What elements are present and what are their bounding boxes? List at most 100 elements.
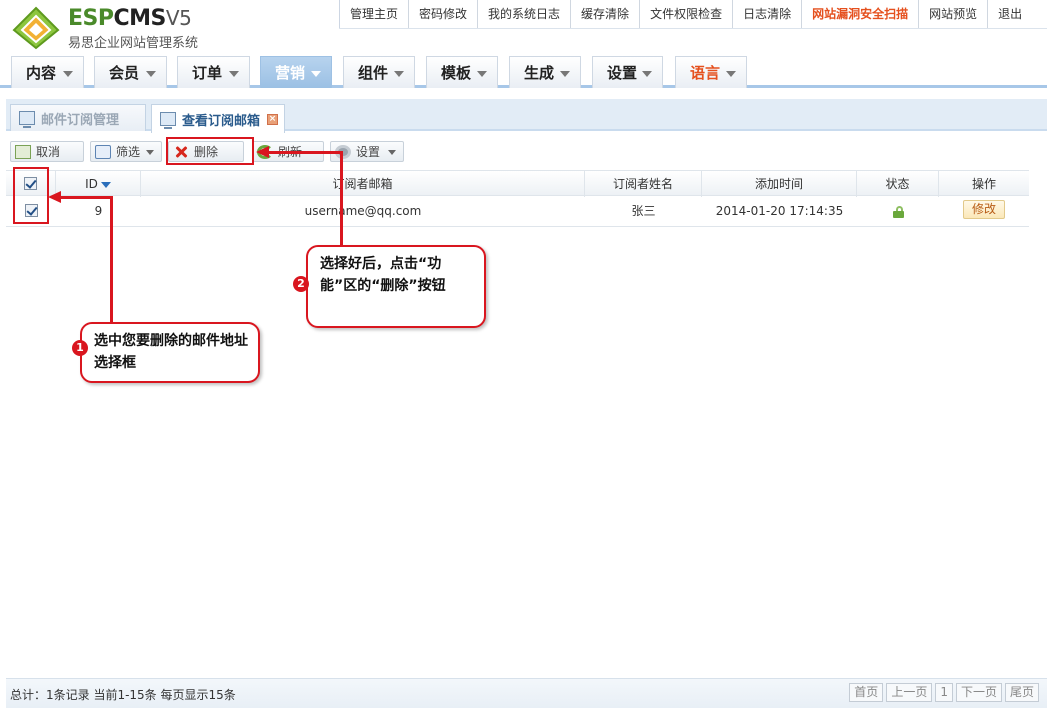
callout-step-2-text: 选择好后，点击“功能”区的“删除”按钮 [320, 256, 446, 294]
chevron-down-icon [388, 150, 396, 155]
link-admin-home[interactable]: 管理主页 [339, 0, 408, 28]
callout-step-1-text: 选中您要删除的邮件地址选择框 [94, 333, 248, 371]
chevron-down-icon [726, 71, 736, 77]
nav-tab-label: 设置 [607, 64, 638, 82]
logo-mark-icon [12, 6, 60, 50]
window-icon [160, 112, 176, 129]
link-site-preview[interactable]: 网站预览 [918, 0, 987, 28]
row-email: username@qq.com [304, 204, 422, 218]
row-action: 修改 [939, 196, 1029, 227]
link-file-permission-check[interactable]: 文件权限检查 [639, 0, 732, 28]
header-action: 操作 [971, 177, 996, 191]
nav-tab-settings[interactable]: 设置 [592, 56, 663, 88]
nav-tab-generate[interactable]: 生成 [509, 56, 581, 88]
app-window: ESPCMSV5 易思企业网站管理系统 管理主页 密码修改 我的系统日志 缓存清… [0, 0, 1047, 712]
checkbox-highlight [13, 167, 49, 224]
chevron-down-icon [63, 71, 73, 77]
cancel-button[interactable]: 取消 [10, 141, 84, 162]
arrow-1-vertical [110, 197, 113, 325]
chevron-down-icon [394, 71, 404, 77]
pager-first[interactable]: 首页 [849, 683, 884, 702]
filter-label: 筛选 [116, 145, 141, 159]
nav-tab-label: 组件 [358, 64, 389, 82]
callout-step-1: 选中您要删除的邮件地址选择框 [80, 322, 260, 383]
chevron-down-icon [477, 71, 487, 77]
nav-tab-language[interactable]: 语言 [675, 56, 747, 88]
pager-prev[interactable]: 上一页 [886, 683, 933, 702]
nav-tab-label: 生成 [524, 64, 555, 82]
cancel-icon [15, 144, 31, 159]
top-links: 管理主页 密码修改 我的系统日志 缓存清除 文件权限检查 日志清除 网站漏洞安全… [339, 0, 1047, 28]
cancel-label: 取消 [36, 145, 61, 159]
row-name: 张三 [631, 204, 656, 218]
callout-step-2: 选择好后，点击“功能”区的“删除”按钮 [306, 245, 486, 328]
chevron-down-icon [642, 71, 652, 77]
nav-tab-label: 会员 [109, 64, 140, 82]
nav-tab-label: 语言 [690, 64, 721, 82]
tab-label: 邮件订阅管理 [41, 112, 120, 128]
brand-logo: ESPCMSV5 易思企业网站管理系统 [10, 4, 220, 51]
link-my-logs[interactable]: 我的系统日志 [477, 0, 570, 28]
tab-view-subscribers[interactable]: 查看订阅邮箱 × [151, 104, 285, 133]
edit-button[interactable]: 修改 [963, 200, 1005, 219]
link-clear-cache[interactable]: 缓存清除 [570, 0, 639, 28]
filter-icon [95, 144, 111, 159]
pagination: 首页 上一页 1 下一页 尾页 [849, 683, 1039, 702]
header-status: 状态 [857, 171, 939, 197]
nav-tab-members[interactable]: 会员 [94, 56, 167, 88]
chevron-down-icon [146, 71, 156, 77]
tab-subscription-management[interactable]: 邮件订阅管理 [10, 104, 146, 131]
table-row: 9 username@qq.com 张三 2014-01-20 17:14:35… [6, 196, 1029, 227]
nav-tab-orders[interactable]: 订单 [177, 56, 250, 88]
settings-label: 设置 [356, 145, 381, 159]
header-id-label: ID [85, 177, 98, 191]
arrow-1-horizontal [60, 196, 113, 199]
header-email: 订阅者邮箱 [141, 171, 585, 197]
main-nav: 内容 会员 订单 营销 组件 模板 生成 设置 语言 [0, 52, 1047, 88]
action-toolbar: 取消 筛选 删除 刷新 设置 [6, 137, 1047, 167]
row-added-time: 2014-01-20 17:14:35 [715, 204, 844, 218]
chevron-down-icon [229, 71, 239, 77]
link-logout[interactable]: 退出 [987, 0, 1032, 28]
tab-label: 查看订阅邮箱 [182, 113, 261, 129]
arrow-2-head [256, 146, 269, 158]
sort-desc-icon [100, 181, 111, 188]
row-status[interactable] [857, 196, 939, 227]
brand-subtitle: 易思企业网站管理系统 [68, 36, 199, 51]
step-1-badge: 1 [72, 340, 88, 356]
pager-last[interactable]: 尾页 [1004, 683, 1039, 702]
link-change-password[interactable]: 密码修改 [408, 0, 477, 28]
top-links-divider [339, 28, 1047, 29]
chevron-down-icon [146, 150, 154, 155]
header-added-time: 添加时间 [702, 171, 857, 197]
header-id[interactable]: ID [56, 171, 141, 197]
chevron-down-icon [560, 71, 570, 77]
nav-tab-marketing[interactable]: 营销 [260, 56, 332, 88]
filter-button[interactable]: 筛选 [90, 141, 162, 162]
arrow-1-head [48, 191, 61, 203]
nav-tab-label: 内容 [26, 64, 57, 82]
window-icon [19, 111, 35, 128]
nav-tab-components[interactable]: 组件 [343, 56, 415, 88]
nav-tab-label: 订单 [192, 64, 223, 82]
arrow-2-horizontal [268, 151, 343, 154]
close-icon[interactable]: × [267, 114, 278, 125]
delete-highlight [166, 137, 254, 165]
nav-tab-templates[interactable]: 模板 [426, 56, 498, 88]
link-clear-logs[interactable]: 日志清除 [732, 0, 801, 28]
brand-name: ESPCMSV5 [68, 6, 192, 31]
pager-page[interactable]: 1 [935, 683, 953, 702]
nav-tab-label: 营销 [275, 64, 306, 82]
pager-next[interactable]: 下一页 [955, 683, 1002, 702]
sub-tab-bar: 邮件订阅管理 查看订阅邮箱 × [6, 99, 1047, 133]
unlocked-icon[interactable] [892, 205, 904, 218]
header-name: 订阅者姓名 [585, 171, 702, 197]
nav-tab-content[interactable]: 内容 [11, 56, 84, 88]
step-2-badge: 2 [293, 276, 309, 292]
table-footer: 总计：1条记录 当前1-15条 每页显示15条 首页 上一页 1 下一页 尾页 [6, 678, 1047, 708]
chevron-down-icon [311, 71, 321, 77]
record-summary: 总计：1条记录 当前1-15条 每页显示15条 [10, 688, 236, 702]
table-header-row: ID 订阅者邮箱 订阅者姓名 添加时间 状态 操作 [6, 170, 1029, 197]
nav-tab-label: 模板 [441, 64, 472, 82]
link-security-scan[interactable]: 网站漏洞安全扫描 [801, 0, 918, 28]
